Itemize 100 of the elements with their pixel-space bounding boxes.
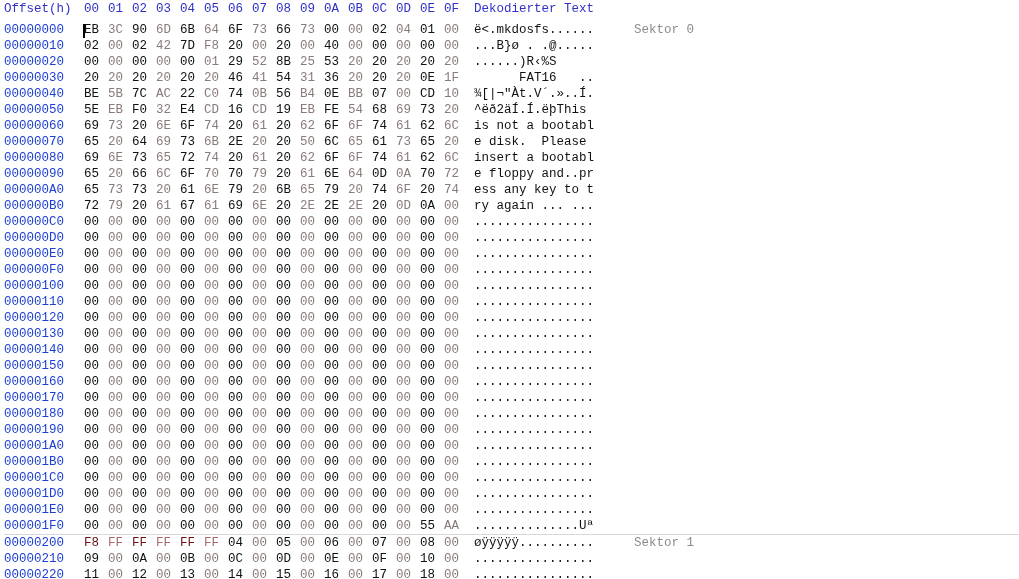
hex-byte[interactable]: 05 (276, 536, 300, 550)
hex-byte[interactable]: 00 (300, 359, 324, 373)
hex-byte[interactable]: 00 (204, 279, 228, 293)
hex-byte[interactable]: 00 (252, 375, 276, 389)
hex-byte[interactable]: 00 (228, 503, 252, 517)
hex-byte[interactable]: 00 (300, 391, 324, 405)
hex-byte[interactable]: 00 (156, 455, 180, 469)
hex-byte[interactable]: 62 (420, 151, 444, 165)
hex-byte[interactable]: 00 (444, 39, 468, 53)
hex-byte[interactable]: 00 (156, 487, 180, 501)
hex-byte[interactable]: 00 (420, 423, 444, 437)
hex-byte[interactable]: 13 (180, 568, 204, 579)
hex-byte[interactable]: 00 (180, 279, 204, 293)
hex-byte[interactable]: 00 (252, 295, 276, 309)
hex-byte[interactable]: 00 (84, 503, 108, 517)
hex-byte[interactable]: 00 (204, 439, 228, 453)
hex-byte[interactable]: 00 (420, 487, 444, 501)
hex-byte[interactable]: 00 (372, 423, 396, 437)
hex-byte[interactable]: 00 (180, 55, 204, 69)
hex-byte[interactable]: 00 (348, 295, 372, 309)
hex-byte[interactable]: 00 (204, 407, 228, 421)
hex-byte[interactable]: 00 (396, 391, 420, 405)
hex-byte[interactable]: 18 (420, 568, 444, 579)
hex-byte[interactable]: 73 (180, 135, 204, 149)
hex-byte[interactable]: 00 (444, 375, 468, 389)
hex-byte[interactable]: 00 (252, 391, 276, 405)
hex-byte[interactable]: 73 (132, 151, 156, 165)
hex-byte[interactable]: 00 (420, 503, 444, 517)
hex-byte[interactable]: 6B (180, 23, 204, 37)
hex-byte[interactable]: 20 (108, 71, 132, 85)
hex-byte[interactable]: 00 (204, 423, 228, 437)
hex-byte[interactable]: 09 (84, 552, 108, 566)
hex-byte[interactable]: 00 (84, 519, 108, 533)
hex-byte[interactable]: 0A (132, 552, 156, 566)
hex-byte[interactable]: 00 (132, 487, 156, 501)
hex-byte[interactable]: 00 (276, 391, 300, 405)
hex-byte[interactable]: 6D (156, 23, 180, 37)
hex-byte[interactable]: 6C (444, 119, 468, 133)
hex-byte[interactable]: 00 (372, 471, 396, 485)
hex-byte[interactable]: 00 (132, 343, 156, 357)
hex-byte[interactable]: 20 (204, 71, 228, 85)
hex-byte[interactable]: 00 (276, 407, 300, 421)
hex-byte[interactable]: 00 (420, 391, 444, 405)
hex-byte[interactable]: 00 (300, 407, 324, 421)
hex-byte[interactable]: 36 (324, 71, 348, 85)
hex-byte[interactable]: 10 (420, 552, 444, 566)
hex-byte[interactable]: 00 (372, 263, 396, 277)
hex-byte[interactable]: 79 (324, 183, 348, 197)
hex-byte[interactable]: 20 (276, 167, 300, 181)
hex-byte[interactable]: 00 (180, 391, 204, 405)
hex-byte[interactable]: 00 (228, 471, 252, 485)
hex-byte[interactable]: 00 (420, 439, 444, 453)
hex-byte[interactable]: 00 (396, 423, 420, 437)
hex-byte[interactable]: 00 (324, 487, 348, 501)
hex-byte[interactable]: 00 (396, 215, 420, 229)
hex-byte[interactable]: 00 (372, 439, 396, 453)
hex-byte[interactable]: 00 (444, 263, 468, 277)
hex-byte[interactable]: 00 (132, 375, 156, 389)
hex-byte[interactable]: E4 (180, 103, 204, 117)
hex-byte[interactable]: 2E (228, 135, 252, 149)
hex-byte[interactable]: 00 (444, 359, 468, 373)
hex-byte[interactable]: 00 (396, 39, 420, 53)
hex-byte[interactable]: 00 (180, 487, 204, 501)
hex-byte[interactable]: 62 (300, 119, 324, 133)
hex-byte[interactable]: 20 (228, 119, 252, 133)
hex-byte[interactable]: 00 (180, 519, 204, 533)
hex-byte[interactable]: 00 (84, 407, 108, 421)
hex-byte[interactable]: 00 (132, 519, 156, 533)
hex-byte[interactable]: 62 (300, 151, 324, 165)
hex-byte[interactable]: 74 (372, 183, 396, 197)
hex-byte[interactable]: 00 (348, 407, 372, 421)
hex-byte[interactable]: 79 (228, 183, 252, 197)
hex-byte[interactable]: 00 (348, 343, 372, 357)
hex-byte[interactable]: 00 (420, 39, 444, 53)
hex-byte[interactable]: 00 (156, 327, 180, 341)
hex-byte[interactable]: 00 (444, 423, 468, 437)
hex-byte[interactable]: 00 (108, 455, 132, 469)
hex-byte[interactable]: 73 (420, 103, 444, 117)
hex-byte[interactable]: 00 (156, 359, 180, 373)
hex-byte[interactable]: 00 (228, 263, 252, 277)
hex-byte[interactable]: CD (204, 103, 228, 117)
hex-byte[interactable]: 20 (444, 135, 468, 149)
hex-byte[interactable]: 55 (420, 519, 444, 533)
hex-byte[interactable]: 00 (108, 215, 132, 229)
hex-byte[interactable]: 00 (372, 391, 396, 405)
hex-byte[interactable]: 00 (372, 503, 396, 517)
hex-byte[interactable]: 00 (108, 279, 132, 293)
hex-byte[interactable]: 00 (444, 487, 468, 501)
hex-byte[interactable]: 69 (156, 135, 180, 149)
hex-byte[interactable]: 00 (444, 295, 468, 309)
hex-byte[interactable]: 00 (252, 471, 276, 485)
hex-byte[interactable]: 64 (132, 135, 156, 149)
hex-byte[interactable]: 00 (108, 391, 132, 405)
hex-byte[interactable]: 0F (372, 552, 396, 566)
hex-byte[interactable]: 00 (132, 359, 156, 373)
hex-byte[interactable]: 00 (252, 568, 276, 579)
hex-byte[interactable]: 00 (228, 455, 252, 469)
hex-byte[interactable]: 0A (420, 199, 444, 213)
hex-byte[interactable]: 00 (228, 439, 252, 453)
hex-byte[interactable]: 00 (396, 487, 420, 501)
